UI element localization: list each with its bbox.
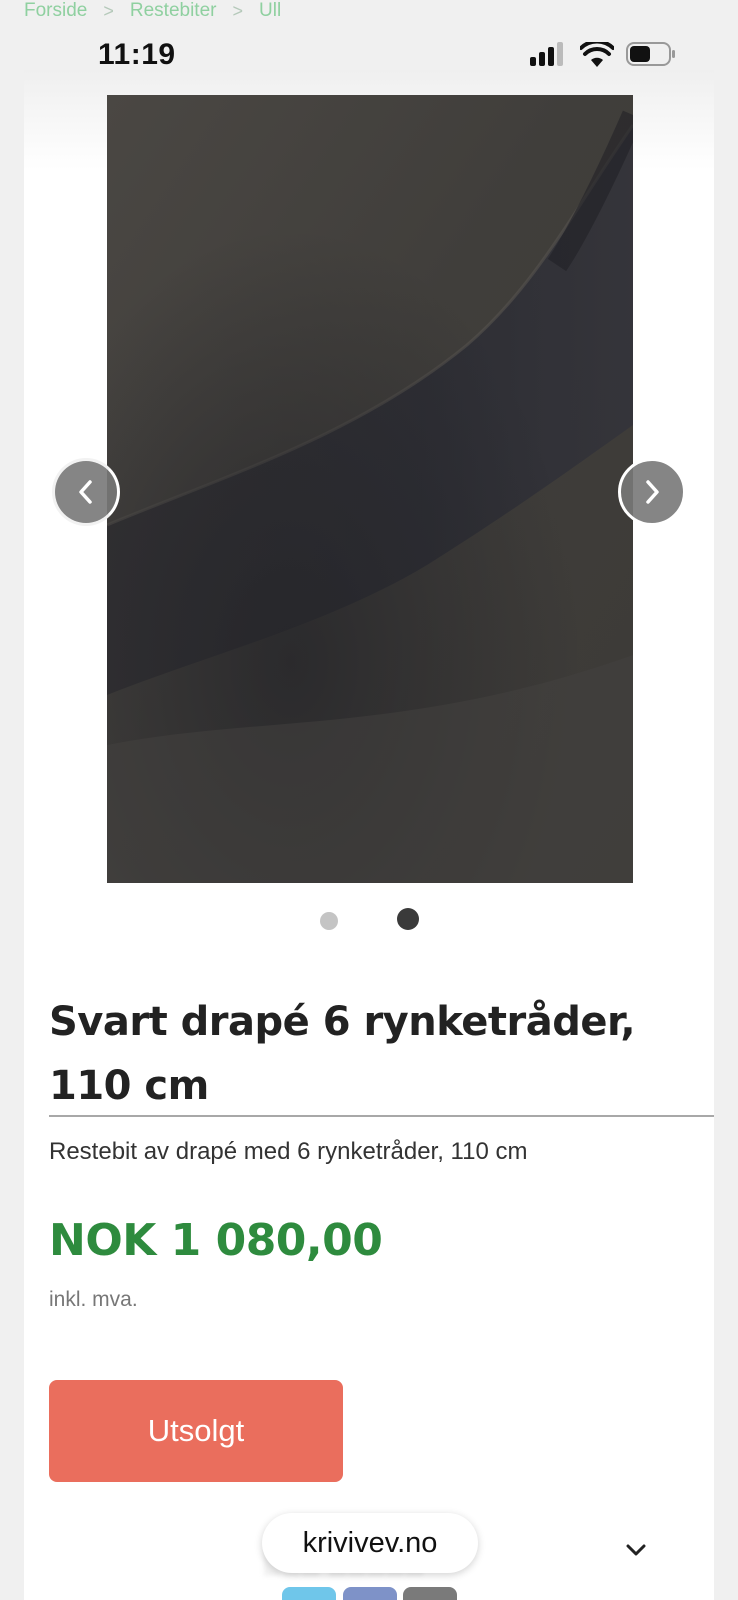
carousel-indicator xyxy=(24,908,714,932)
breadcrumb-ull[interactable]: Ull xyxy=(259,0,281,22)
share-facebook-button[interactable] xyxy=(343,1587,397,1600)
carousel-prev-button[interactable] xyxy=(52,458,120,526)
breadcrumb-home[interactable]: Forside xyxy=(24,0,87,22)
product-title: Svart drapé 6 rynketråder, 110 cm xyxy=(49,999,636,1109)
chevron-left-icon xyxy=(79,480,92,504)
chevron-down-icon[interactable] xyxy=(624,1540,648,1560)
share-twitter-button[interactable] xyxy=(282,1587,336,1600)
breadcrumb-restebiter[interactable]: Restebiter xyxy=(130,0,217,22)
status-time: 11:19 xyxy=(98,38,176,71)
breadcrumb-separator: > xyxy=(232,0,243,21)
product-price: NOK 1 080,00 xyxy=(49,1215,383,1266)
browser-url-bar[interactable]: krivivev.no xyxy=(262,1513,478,1573)
signal-icon xyxy=(530,40,563,66)
breadcrumb-separator: > xyxy=(103,0,114,21)
divider xyxy=(49,1115,714,1117)
carousel-dot[interactable] xyxy=(320,912,338,930)
wifi-icon xyxy=(580,42,614,67)
chevron-right-icon xyxy=(646,480,659,504)
product-card: Svart drapé 6 rynketråder, 110 cm Resteb… xyxy=(24,70,714,1600)
sold-out-button[interactable]: Utsolgt xyxy=(49,1380,343,1482)
carousel-next-button[interactable] xyxy=(618,458,686,526)
product-image[interactable] xyxy=(107,95,633,883)
breadcrumb: Forside > Restebiter > Ull xyxy=(24,0,281,22)
product-description: Restebit av drapé med 6 rynketråder, 110… xyxy=(49,1138,528,1165)
battery-icon xyxy=(626,42,675,66)
fabric-image xyxy=(107,95,633,883)
vat-note: inkl. mva. xyxy=(49,1288,138,1311)
share-email-button[interactable] xyxy=(403,1587,457,1600)
carousel-dot-active[interactable] xyxy=(397,908,419,930)
